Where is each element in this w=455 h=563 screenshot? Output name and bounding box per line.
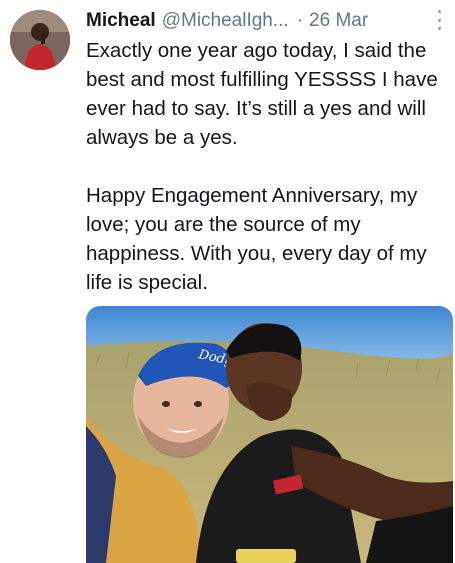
tweet[interactable]: Micheal @MichealIgh... · 26 Mar Exactly … (0, 0, 455, 563)
photo-illustration: Dodgers (86, 306, 453, 563)
tweet-header: Micheal @MichealIgh... · 26 Mar (86, 8, 445, 34)
more-vertical-icon[interactable] (433, 10, 445, 30)
tweet-text: Exactly one year ago today, I said the b… (86, 36, 451, 297)
author-name[interactable]: Micheal (86, 10, 156, 32)
tweet-paragraph-1: Exactly one year ago today, I said the b… (86, 39, 438, 149)
avatar[interactable] (10, 10, 70, 70)
tweet-date[interactable]: 26 Mar (309, 10, 368, 32)
tweet-paragraph-2: Happy Engagement Anniversary, my love; y… (86, 184, 427, 294)
author-handle[interactable]: @MichealIgh... (162, 10, 289, 32)
tweet-photo[interactable]: Dodgers (86, 306, 453, 563)
separator-dot: · (296, 10, 304, 31)
avatar-image (10, 10, 70, 70)
